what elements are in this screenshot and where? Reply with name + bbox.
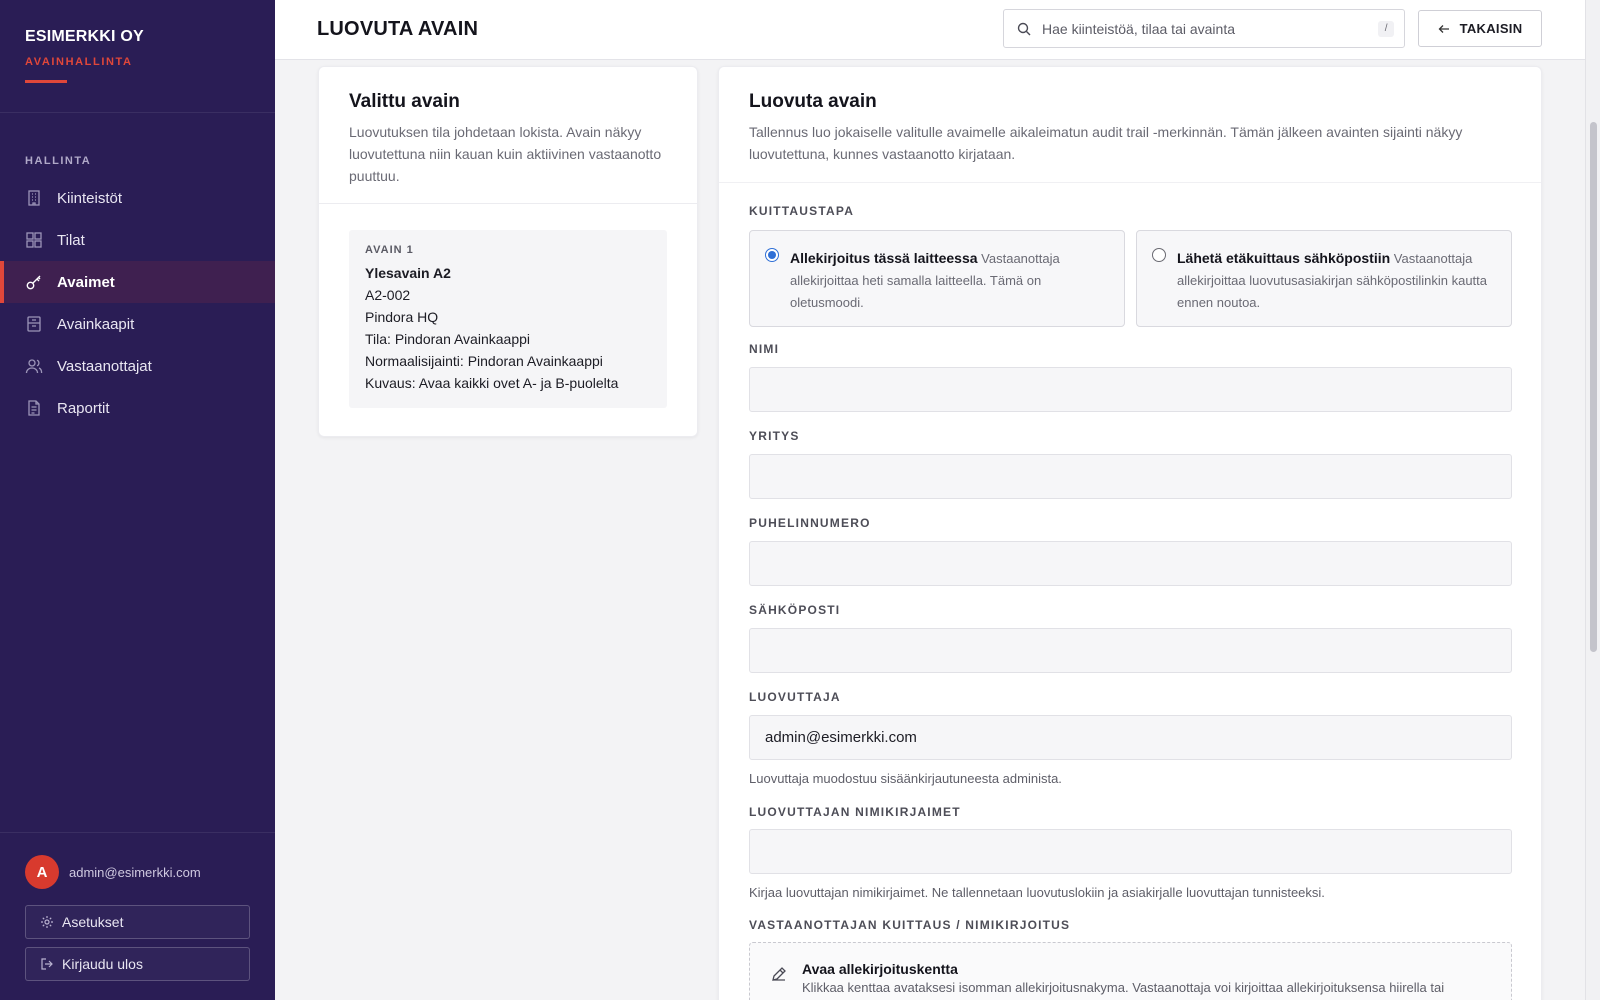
initials-help: Kirjaa luovuttajan nimikirjaimet. Ne tal… (749, 885, 1325, 900)
handover-title: Luovuta avain (749, 91, 877, 112)
phone-field[interactable] (749, 541, 1512, 586)
signature-description: Klikkaa kenttaa avataksesi isomman allek… (802, 980, 1445, 995)
key-icon (25, 273, 43, 291)
company-label: YRITYS (749, 429, 800, 443)
user-row: A admin@esimerkki.com (25, 855, 250, 889)
radio-device[interactable] (765, 248, 779, 262)
key-label: AVAIN 1 (365, 244, 414, 256)
pen-icon (770, 965, 788, 983)
initials-label: LUOVUTTAJAN NIMIKIRJAIMET (749, 805, 961, 819)
receipt-method-label: KUITTAUSTAPA (749, 204, 855, 218)
search-icon (1016, 21, 1032, 37)
sidebar-item-label: Avainkaapit (57, 315, 135, 333)
handover-by-help: Luovuttaja muodostuu sisäänkirjautuneest… (749, 771, 1062, 786)
scrollbar-thumb[interactable] (1590, 122, 1597, 652)
avatar: A (25, 855, 59, 889)
handover-by-label: LUOVUTTAJA (749, 690, 841, 704)
email-field[interactable] (749, 628, 1512, 673)
name-field[interactable] (749, 367, 1512, 412)
sidebar-item-tilat[interactable]: Tilat (0, 219, 275, 261)
gear-icon (40, 915, 54, 929)
option-title: Allekirjoitus tässä laitteessa (790, 250, 978, 266)
topbar: LUOVUTA AVAIN / TAKAISIN (275, 0, 1585, 60)
handover-description: Tallennus luo jokaiselle valitulle avaim… (749, 124, 1463, 162)
settings-button[interactable]: Asetukset (25, 905, 250, 939)
logout-button[interactable]: Kirjaudu ulos (25, 947, 250, 981)
logout-label: Kirjaudu ulos (62, 956, 143, 972)
selected-key-description: Luovutuksen tila johdetaan lokista. Avai… (349, 124, 662, 184)
sidebar-item-label: Raportit (57, 399, 110, 417)
sidebar-item-label: Tilat (57, 231, 85, 249)
sidebar-item-kiinteistot[interactable]: Kiinteistöt (0, 177, 275, 219)
sidebar-item-label: Kiinteistöt (57, 189, 123, 207)
grid-icon (25, 231, 43, 249)
sidebar-item-raportit[interactable]: Raportit (0, 387, 275, 429)
key-description: Kuvaus: Avaa kaikki ovet A- ja B-puolelt… (365, 375, 619, 391)
sidebar-footer: A admin@esimerkki.com Asetukset Kirjaudu… (0, 832, 275, 1000)
handover-header: Luovuta avain Tallennus luo jokaiselle v… (719, 67, 1541, 183)
key-name: Ylesavain A2 (365, 265, 451, 281)
page-title: LUOVUTA AVAIN (317, 18, 479, 40)
search-box[interactable]: / (1003, 9, 1405, 48)
sidebar-item-label: Vastaanottajat (57, 357, 152, 375)
selected-key-card: Valittu avain Luovutuksen tila johdetaan… (318, 66, 698, 437)
back-label: TAKAISIN (1459, 21, 1523, 36)
email-label: SÄHKÖPOSTI (749, 603, 841, 617)
signature-title: Avaa allekirjoituskentta (802, 961, 958, 977)
key-property: Pindora HQ (365, 309, 439, 325)
key-code: A2-002 (365, 287, 411, 303)
sidebar-item-avaimet[interactable]: Avaimet (0, 261, 275, 303)
cabinet-icon (25, 315, 43, 333)
sidebar-nav: Kiinteistöt Tilat Avaimet Avainkaapit Va… (0, 177, 275, 429)
building-icon (25, 189, 43, 207)
settings-label: Asetukset (62, 914, 124, 930)
phone-label: PUHELINNUMERO (749, 516, 871, 530)
brand-name: ESIMERKKI OY (25, 28, 144, 45)
users-icon (25, 357, 43, 375)
sidebar-item-vastaanottajat[interactable]: Vastaanottajat (0, 345, 275, 387)
key-space: Tila: Pindoran Avainkaappi (365, 331, 530, 347)
sidebar-item-avainkaapit[interactable]: Avainkaapit (0, 303, 275, 345)
sidebar: ESIMERKKI OY AVAINHALLINTA HALLINTA Kiin… (0, 0, 275, 1000)
initials-field[interactable] (749, 829, 1512, 874)
search-input[interactable] (1042, 20, 1379, 37)
logout-icon (40, 957, 54, 971)
receipt-option-email[interactable]: Lähetä etäkuittaus sähköpostiin Vastaano… (1136, 230, 1512, 327)
report-icon (25, 399, 43, 417)
brand-subtitle: AVAINHALLINTA (25, 56, 133, 68)
company-field[interactable] (749, 454, 1512, 499)
name-label: NIMI (749, 342, 780, 356)
search-shortcut: / (1378, 20, 1394, 37)
receipt-option-device[interactable]: Allekirjoitus tässä laitteessa Vastaanot… (749, 230, 1125, 327)
handover-by-field[interactable] (749, 715, 1512, 760)
key-normal-location: Normaalisijainti: Pindoran Avainkaappi (365, 353, 603, 369)
signature-field[interactable]: Avaa allekirjoituskentta Klikkaa kenttaa… (749, 942, 1512, 1000)
back-button[interactable]: TAKAISIN (1418, 10, 1542, 47)
user-email: admin@esimerkki.com (69, 864, 201, 880)
arrow-left-icon (1438, 23, 1450, 35)
selected-key-title: Valittu avain (349, 91, 460, 112)
sidebar-item-label: Avaimet (57, 273, 115, 291)
option-title: Lähetä etäkuittaus sähköpostiin (1177, 250, 1391, 266)
brand: ESIMERKKI OY AVAINHALLINTA (0, 0, 275, 113)
scrollbar[interactable] (1585, 0, 1600, 1000)
radio-email[interactable] (1152, 248, 1166, 262)
nav-heading: HALLINTA (25, 155, 92, 167)
selected-key-header: Valittu avain Luovutuksen tila johdetaan… (319, 67, 697, 204)
handover-form-card: Luovuta avain Tallennus luo jokaiselle v… (718, 66, 1542, 1000)
key-details: AVAIN 1 Ylesavain A2 A2-002 Pindora HQ T… (349, 230, 667, 408)
brand-accent-bar (25, 80, 67, 83)
signature-label: VASTAANOTTAJAN KUITTAUS / NIMIKIRJOITUS (749, 918, 1071, 932)
